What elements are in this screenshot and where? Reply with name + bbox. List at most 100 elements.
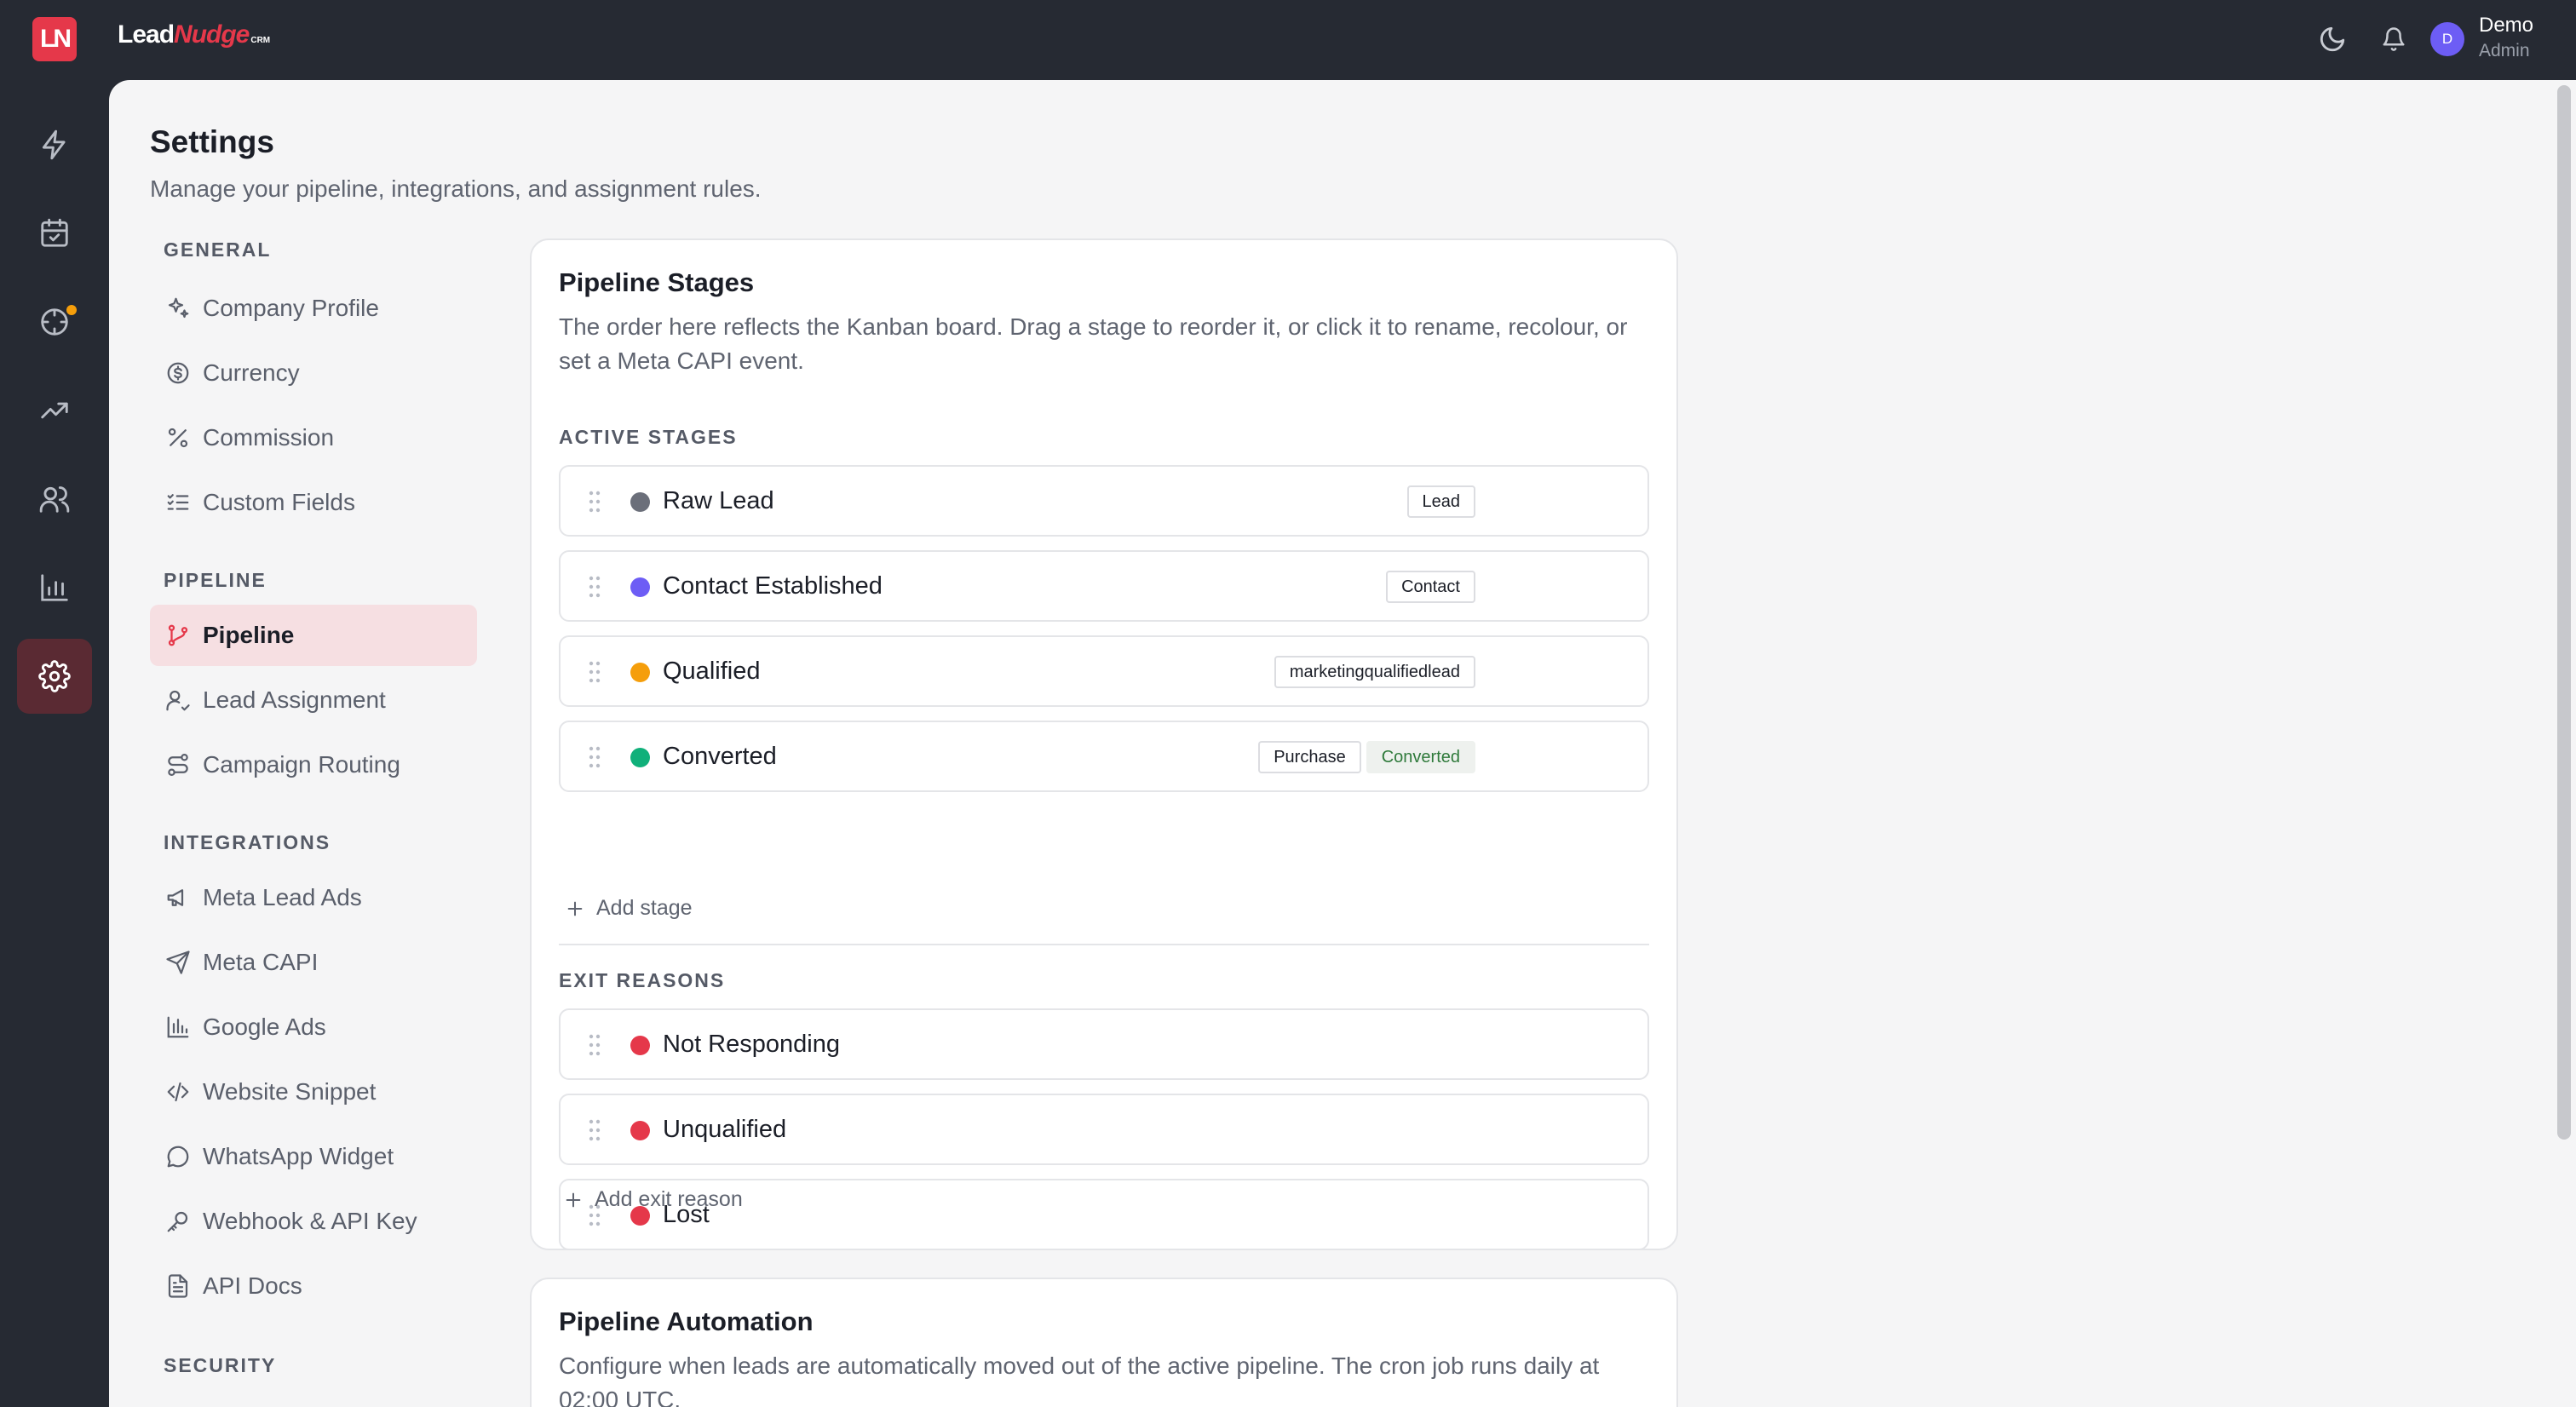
card-description: Configure when leads are automatically m… bbox=[559, 1352, 1600, 1407]
stage-color-dot bbox=[630, 577, 650, 597]
main-panel: Settings Manage your pipeline, integrati… bbox=[109, 80, 2576, 1407]
rail-calendar-check-icon[interactable] bbox=[17, 196, 92, 271]
app-logo-icon[interactable]: LN bbox=[32, 17, 77, 61]
notification-dot bbox=[66, 305, 77, 315]
exit-row-not-responding[interactable]: Not Responding bbox=[559, 1008, 1649, 1080]
nav-item-label: Lead Assignment bbox=[203, 686, 386, 713]
rail-users-icon[interactable] bbox=[17, 462, 92, 537]
card-title: Pipeline Stages bbox=[559, 267, 755, 297]
drag-handle-icon[interactable] bbox=[588, 1118, 601, 1142]
nav-item-label: Commission bbox=[203, 424, 335, 451]
stage-name: Raw Lead bbox=[663, 487, 774, 514]
nav-item-label: WhatsApp Widget bbox=[203, 1143, 394, 1169]
message-circle-icon bbox=[167, 1146, 189, 1168]
rail-gear-icon[interactable] bbox=[17, 639, 92, 714]
nav-item-label: Custom Fields bbox=[203, 489, 355, 515]
nav-item-label: Campaign Routing bbox=[203, 751, 400, 778]
code-icon bbox=[167, 1082, 189, 1102]
percent-icon bbox=[168, 428, 188, 448]
add-exit-reason-label: Add exit reason bbox=[595, 1187, 743, 1211]
stage-row-contact-established[interactable]: Contact Established Contact bbox=[559, 550, 1649, 622]
nav-item-label: Google Ads bbox=[203, 1014, 326, 1040]
nav-item-pipeline[interactable]: Pipeline bbox=[150, 605, 477, 666]
add-stage-button[interactable]: Add stage bbox=[566, 896, 693, 921]
exit-reason-name: Unqualified bbox=[663, 1116, 787, 1143]
stage-row-raw-lead[interactable]: Raw Lead Lead bbox=[559, 465, 1649, 537]
drag-handle-icon[interactable] bbox=[588, 745, 601, 769]
nav-item-website-snippet[interactable]: Website Snippet bbox=[150, 1061, 477, 1123]
user-role: Admin bbox=[2479, 41, 2530, 60]
stage-row-converted[interactable]: Converted Purchase Converted bbox=[559, 721, 1649, 792]
megaphone-icon bbox=[167, 889, 184, 906]
add-stage-label: Add stage bbox=[596, 896, 693, 920]
exit-reason-name: Not Responding bbox=[663, 1031, 840, 1058]
nav-item-commission[interactable]: Commission bbox=[150, 407, 477, 468]
drag-handle-icon[interactable] bbox=[588, 1033, 601, 1057]
status-badge: Converted bbox=[1366, 741, 1475, 773]
stage-name: Contact Established bbox=[663, 572, 883, 600]
wordmark-nudge: Nudge bbox=[174, 20, 250, 49]
nav-heading-integrations: INTEGRATIONS bbox=[164, 831, 331, 853]
key-icon bbox=[167, 1211, 188, 1232]
nav-item-meta-lead-ads[interactable]: Meta Lead Ads bbox=[150, 867, 477, 928]
rail-trending-up-icon[interactable] bbox=[17, 373, 92, 448]
nav-item-meta-capi[interactable]: Meta CAPI bbox=[150, 932, 477, 993]
stage-color-dot bbox=[630, 492, 650, 512]
nav-item-custom-fields[interactable]: Custom Fields bbox=[150, 472, 477, 533]
bell-icon[interactable] bbox=[2377, 22, 2411, 56]
avatar[interactable]: D bbox=[2430, 22, 2464, 56]
nav-item-api-docs[interactable]: API Docs bbox=[150, 1255, 477, 1317]
pipeline-stages-card: Pipeline Stages The order here reflects … bbox=[530, 238, 1678, 1250]
stage-color-dot bbox=[630, 1121, 650, 1140]
nav-item-label: Currency bbox=[203, 359, 300, 386]
capi-event-tag: Purchase bbox=[1258, 741, 1361, 773]
exit-reasons-heading: EXIT REASONS bbox=[559, 969, 726, 991]
drag-handle-icon[interactable] bbox=[588, 575, 601, 599]
stage-color-dot bbox=[630, 748, 650, 767]
capi-event-tag: Lead bbox=[1406, 485, 1475, 518]
nav-item-campaign-routing[interactable]: Campaign Routing bbox=[150, 734, 477, 795]
drag-handle-icon[interactable] bbox=[588, 490, 601, 514]
top-bar: LN LeadNudge CRM D Demo Admin bbox=[0, 0, 2576, 79]
nav-item-label: Meta Lead Ads bbox=[203, 884, 362, 910]
nav-heading-pipeline: PIPELINE bbox=[164, 569, 267, 591]
nav-item-lead-assignment[interactable]: Lead Assignment bbox=[150, 669, 477, 731]
stage-row-qualified[interactable]: Qualified marketingqualifiedlead bbox=[559, 635, 1649, 707]
plus-icon bbox=[567, 901, 583, 916]
moon-icon[interactable] bbox=[2315, 22, 2349, 56]
wordmark-lead: Lead bbox=[118, 20, 175, 49]
nav-heading-general: GENERAL bbox=[164, 238, 272, 261]
stage-color-dot bbox=[630, 663, 650, 682]
nav-item-currency[interactable]: Currency bbox=[150, 342, 477, 404]
add-exit-reason-button[interactable]: Add exit reason bbox=[564, 1187, 743, 1212]
nav-item-company-profile[interactable]: Company Profile bbox=[150, 278, 477, 339]
stage-name: Qualified bbox=[663, 658, 761, 685]
scrollbar-thumb[interactable] bbox=[2557, 85, 2571, 1140]
nav-item-label: Meta CAPI bbox=[203, 949, 319, 975]
wordmark-crm: CRM bbox=[250, 36, 271, 45]
exit-row-unqualified[interactable]: Unqualified bbox=[559, 1094, 1649, 1165]
nav-item-whatsapp-widget[interactable]: WhatsApp Widget bbox=[150, 1126, 477, 1187]
card-title: Pipeline Automation bbox=[559, 1306, 814, 1336]
plus-icon bbox=[566, 1192, 581, 1207]
bar-chart-icon bbox=[167, 1016, 189, 1038]
section-divider bbox=[559, 944, 1649, 945]
rail-target-icon[interactable] bbox=[17, 284, 92, 359]
nav-item-label: Webhook & API Key bbox=[203, 1208, 417, 1234]
nav-item-label: Company Profile bbox=[203, 295, 379, 321]
capi-event-tag: Contact bbox=[1386, 571, 1475, 603]
rail-lightning-icon[interactable] bbox=[17, 107, 92, 182]
route-icon bbox=[168, 754, 188, 776]
git-branch-icon bbox=[168, 624, 188, 646]
app-wordmark[interactable]: LeadNudge CRM bbox=[118, 20, 270, 49]
drag-handle-icon[interactable] bbox=[588, 660, 601, 684]
user-name[interactable]: Demo bbox=[2479, 14, 2533, 37]
dollar-circle-icon bbox=[167, 362, 189, 384]
rail-bar-chart-icon[interactable] bbox=[17, 550, 92, 625]
card-description: The order here reflects the Kanban board… bbox=[559, 313, 1628, 374]
nav-item-google-ads[interactable]: Google Ads bbox=[150, 996, 477, 1058]
nav-heading-security: SECURITY bbox=[164, 1354, 277, 1376]
nav-item-webhook-api-key[interactable]: Webhook & API Key bbox=[150, 1191, 477, 1252]
page-title: Settings bbox=[150, 124, 274, 159]
pipeline-automation-card: Pipeline Automation Configure when leads… bbox=[530, 1278, 1678, 1407]
